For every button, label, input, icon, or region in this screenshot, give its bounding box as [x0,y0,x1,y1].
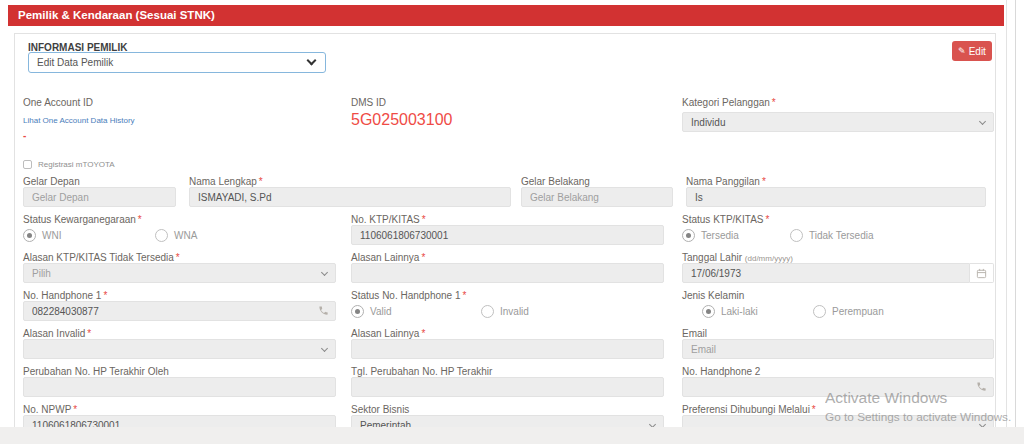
registrasi-mtoyota-checkbox[interactable] [23,160,32,169]
laki-laki-radio[interactable] [702,305,715,318]
field-status-ktp: Status KTP/KITAS* Tersedia Tidak Tersedi… [682,215,994,245]
dms-id-label: DMS ID [351,97,682,108]
perubahan-hp-oleh-input[interactable] [23,377,336,397]
edit-button[interactable]: ✎ Edit [952,41,992,61]
perempuan-radio[interactable] [813,305,826,318]
footer-bar [0,427,1024,444]
page-title: Pemilik & Kendaraan (Sesuai STNK) [8,5,1004,26]
informasi-pemilik-panel: ✎ Edit INFORMASI PEMILIK Edit Data Pemil… [14,33,996,433]
email-input[interactable] [682,339,994,359]
phone-icon [318,305,329,316]
field-nama-lengkap: Nama Lengkap* [189,177,521,207]
kategori-pelanggan-select[interactable]: Individu [682,112,994,132]
wna-radio[interactable] [155,229,168,242]
gelar-belakang-input[interactable] [521,187,673,207]
field-status-kewarganegaraan: Status Kewarganegaraan* WNI WNA [23,215,351,245]
mode-select[interactable]: Edit Data Pemilik [28,52,326,73]
alasan-lainnya-2-input[interactable] [351,339,664,359]
activate-windows-watermark: Activate Windows Go to Settings to activ… [825,389,1011,424]
chevron-down-icon [307,56,317,66]
field-gelar-depan: Gelar Depan [23,177,189,207]
pencil-icon: ✎ [958,46,966,56]
kategori-pelanggan-value: Individu [691,117,725,128]
one-account-id-value: - [23,131,351,141]
field-alasan-lainnya-1: Alasan Lainnya* [351,253,682,283]
alasan-ktp-select[interactable]: Pilih [23,263,336,283]
tersedia-radio[interactable] [682,229,695,242]
scrollbar-edge-line [1015,0,1016,427]
mode-select-value: Edit Data Pemilik [37,57,113,68]
alasan-lainnya-1-input[interactable] [351,263,664,283]
field-tanggal-lahir: Tanggal Lahir (dd/mm/yyyy) [682,253,994,283]
field-alasan-ktp: Alasan KTP/KITAS Tidak Tersedia* Pilih [23,253,351,283]
chevron-down-icon [979,117,986,124]
field-status-handphone-1: Status No. Handphone 1* Valid Invalid [351,291,682,321]
invalid-radio[interactable] [481,305,494,318]
edit-button-label: Edit [969,46,986,57]
tidak-tersedia-radio[interactable] [790,229,803,242]
nama-lengkap-input[interactable] [189,187,511,207]
no-handphone-1-input[interactable] [23,301,336,321]
field-perubahan-hp-oleh: Perubahan No. HP Terakhir Oleh [23,367,351,397]
field-no-ktp: No. KTP/KITAS* [351,215,682,245]
content-edge-line [1006,0,1007,427]
field-no-handphone-1: No. Handphone 1* [23,291,351,321]
registrasi-mtoyota-label: Registrasi mTOYOTA [38,160,115,169]
nama-panggilan-input[interactable] [686,187,986,207]
no-ktp-input[interactable] [351,225,664,245]
valid-radio[interactable] [351,305,364,318]
field-alasan-lainnya-2: Alasan Lainnya* [351,329,682,359]
one-account-history-link[interactable]: Lihat One Account Data History [23,116,351,125]
calendar-icon [976,268,987,279]
field-nama-panggilan: Nama Panggilan* [686,177,986,207]
field-gelar-belakang: Gelar Belakang [521,177,686,207]
kategori-pelanggan-label: Kategori Pelanggan* [682,97,994,108]
section-label: INFORMASI PEMILIK [28,43,995,52]
chevron-down-icon [321,268,328,275]
field-email: Email [682,329,994,359]
tgl-perubahan-hp-input[interactable] [351,377,664,397]
tanggal-lahir-input[interactable] [682,263,970,283]
field-alasan-invalid: Alasan Invalid* [23,329,351,359]
field-jenis-kelamin: Jenis Kelamin Laki-laki Perempuan [682,291,994,321]
dms-id-value: 5G025003100 [351,112,682,128]
alasan-invalid-select[interactable] [23,339,336,359]
calendar-button[interactable] [970,263,994,283]
one-account-id-label: One Account ID [23,97,351,108]
chevron-down-icon [321,344,328,351]
gelar-depan-input[interactable] [23,187,176,207]
field-tgl-perubahan-hp: Tgl. Perubahan No. HP Terakhir [351,367,682,397]
wni-radio[interactable] [23,229,36,242]
